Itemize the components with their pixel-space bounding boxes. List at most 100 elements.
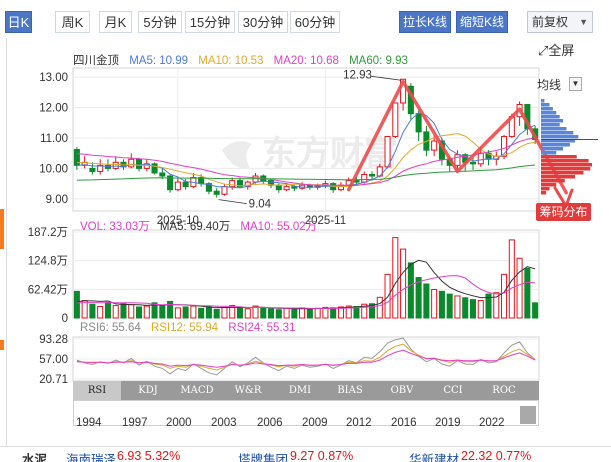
volume-bar: [268, 308, 275, 319]
volume-bar: [291, 308, 298, 319]
chip-bar: [541, 135, 579, 139]
tab-cci[interactable]: CCI: [430, 381, 476, 400]
price-tick-label: 10.00: [39, 163, 68, 175]
volume-bar: [400, 248, 407, 319]
low-price-label: 9.04: [249, 199, 272, 211]
volume-bar: [244, 308, 251, 319]
volume-bar: [431, 289, 438, 319]
chip-bar: [541, 167, 591, 171]
tab-bias[interactable]: BIAS: [327, 381, 373, 400]
volume-bar: [415, 277, 422, 319]
rsi6-line: [76, 337, 536, 376]
price-tick-label: 12.00: [39, 103, 68, 115]
candle-body: [112, 161, 119, 169]
chip-bar: [541, 131, 574, 135]
ma-select[interactable]: 均线 ▼: [537, 76, 582, 92]
chip-bar: [541, 183, 557, 187]
candle-body: [221, 186, 228, 195]
timeline-year: 2016: [391, 417, 417, 429]
volume-bar: [120, 303, 127, 319]
candle-body: [151, 163, 158, 174]
tab-obv[interactable]: OBV: [379, 381, 425, 400]
timeline-year: 2003: [211, 417, 237, 429]
volume-bar: [438, 290, 445, 319]
volume-bar: [376, 296, 383, 319]
chip-bar: [541, 143, 570, 147]
volume-bar: [252, 305, 259, 319]
tab-macd[interactable]: MACD: [174, 381, 220, 400]
indicator-tabs: RSI KDJ MACD W&R DMI BIAS OBV CCI ROC: [73, 381, 539, 400]
volume-bar: [330, 307, 337, 319]
timeline-year: 2009: [302, 417, 328, 429]
timeline-year: 2000: [166, 417, 192, 429]
candle-body: [128, 158, 135, 168]
sector-label[interactable]: 水泥: [22, 449, 47, 462]
volume-tick-label: 124.8万: [28, 256, 68, 268]
price-tick-label: 11.00: [40, 133, 68, 145]
volume-bar: [306, 308, 313, 319]
volume-bar: [454, 295, 461, 319]
timeline-year: 2022: [479, 417, 505, 429]
candle-body: [159, 172, 166, 177]
volume-bar: [135, 306, 143, 319]
timeline-year: 2012: [346, 417, 372, 429]
candle-body: [361, 173, 368, 183]
tab-rsi[interactable]: RSI: [73, 381, 121, 400]
related-stock-name[interactable]: 塔牌集团: [238, 449, 288, 462]
chip-bar: [541, 187, 550, 191]
candle-body: [182, 181, 189, 188]
volume-bar: [462, 297, 469, 319]
volume-bar: [322, 306, 329, 319]
tab-dmi[interactable]: DMI: [277, 381, 323, 400]
chip-distribution-button[interactable]: 筹码分布: [536, 203, 591, 221]
watermark: 东方财富: [222, 134, 398, 174]
tab-wr[interactable]: W&R: [225, 381, 271, 400]
chip-bar: [541, 103, 550, 107]
volume-bar: [236, 307, 244, 319]
candle-body: [392, 102, 399, 137]
volume-bar: [260, 307, 267, 319]
volume-bar: [275, 309, 282, 319]
related-stock-change: 9.27 0.87%: [290, 449, 354, 462]
candle-body: [431, 140, 438, 151]
timeline-scroller[interactable]: 1994 1997 2000 2003 2006 2009 2012 2016 …: [73, 400, 539, 429]
rsi24-value: RSI24: 55.31: [228, 322, 296, 334]
volume-bar: [213, 308, 220, 319]
volume-bar: [97, 306, 104, 319]
volume-bars: [73, 237, 539, 319]
volume-bar: [143, 305, 150, 319]
tab-kdj[interactable]: KDJ: [125, 381, 171, 400]
rsi-lines: [76, 337, 536, 376]
chevron-down-icon: ▼: [569, 77, 582, 91]
rsi-tick-label: 20.71: [39, 374, 68, 386]
price-tick-label: 9.00: [46, 194, 68, 206]
watermark-logo: [222, 141, 252, 169]
related-stocks-bar: 水泥 海南瑞泽 6.93 5.32% 塔牌集团 9.27 0.87% 华新建材 …: [0, 446, 611, 462]
volume-bar: [167, 300, 174, 319]
volume-legend: VOL: 33.03万 MA5: 69.40万 MA10: 55.02万: [80, 218, 324, 234]
chip-bar: [541, 171, 584, 175]
chip-bar: [541, 111, 557, 115]
chip-bar: [541, 151, 557, 155]
tab-roc[interactable]: ROC: [481, 381, 527, 400]
vol-value: VOL: 33.03万: [80, 221, 150, 233]
related-stock-name[interactable]: 海南瑞泽: [66, 449, 116, 462]
candle-body: [283, 186, 290, 191]
volume-bar: [407, 262, 414, 319]
volume-bar: [477, 300, 484, 319]
timeline-handle[interactable]: [520, 406, 536, 424]
volume-axis: 187.2万 124.8万 62.42万 0: [28, 227, 68, 325]
chip-bar: [541, 115, 560, 119]
price-tick-label: 13.00: [39, 72, 68, 84]
candle-body: [477, 152, 484, 165]
volume-tick-label: 0: [62, 313, 68, 325]
volume-bar: [112, 305, 119, 319]
chip-bar: [541, 163, 592, 167]
chip-bar: [541, 147, 564, 151]
timeline-year: 1997: [122, 417, 148, 429]
ma-select-label: 均线: [537, 78, 562, 92]
volume-bar: [198, 307, 205, 319]
related-stock-name[interactable]: 华新建材: [409, 449, 459, 462]
candle-body: [291, 186, 298, 189]
volume-bar: [299, 307, 306, 319]
